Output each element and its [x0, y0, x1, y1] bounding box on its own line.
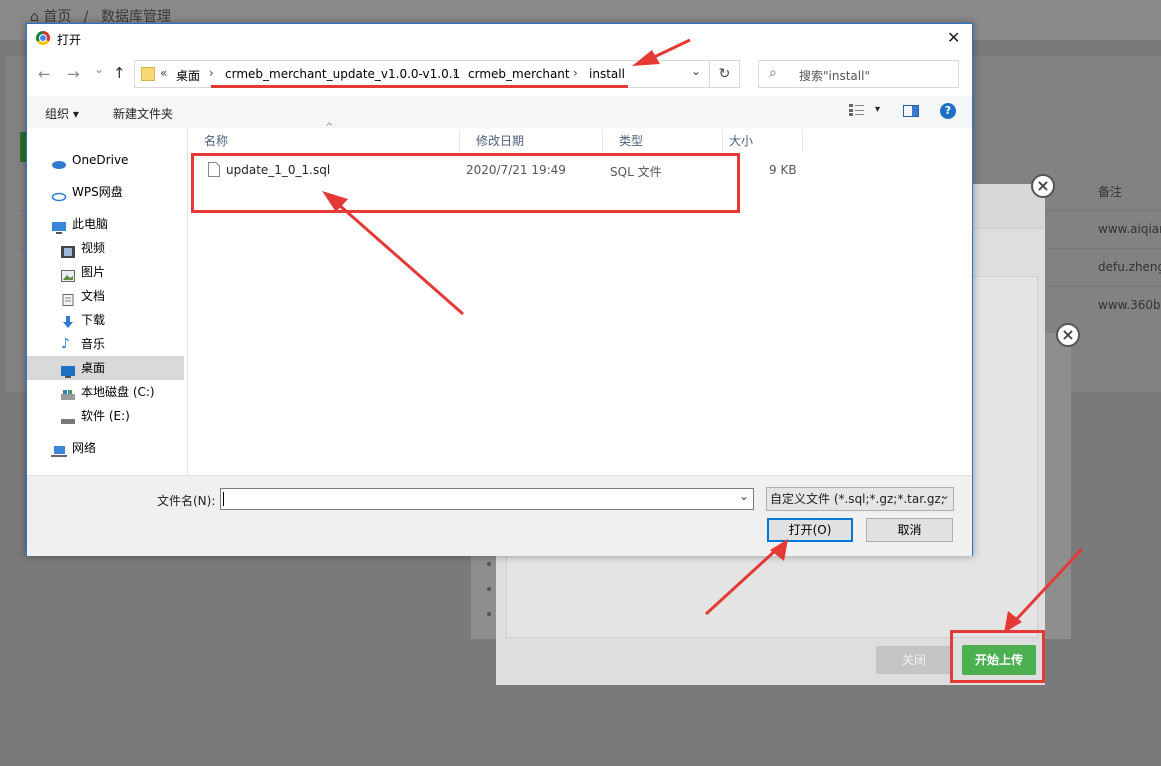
- annotation-arrows: [322, 38, 1084, 633]
